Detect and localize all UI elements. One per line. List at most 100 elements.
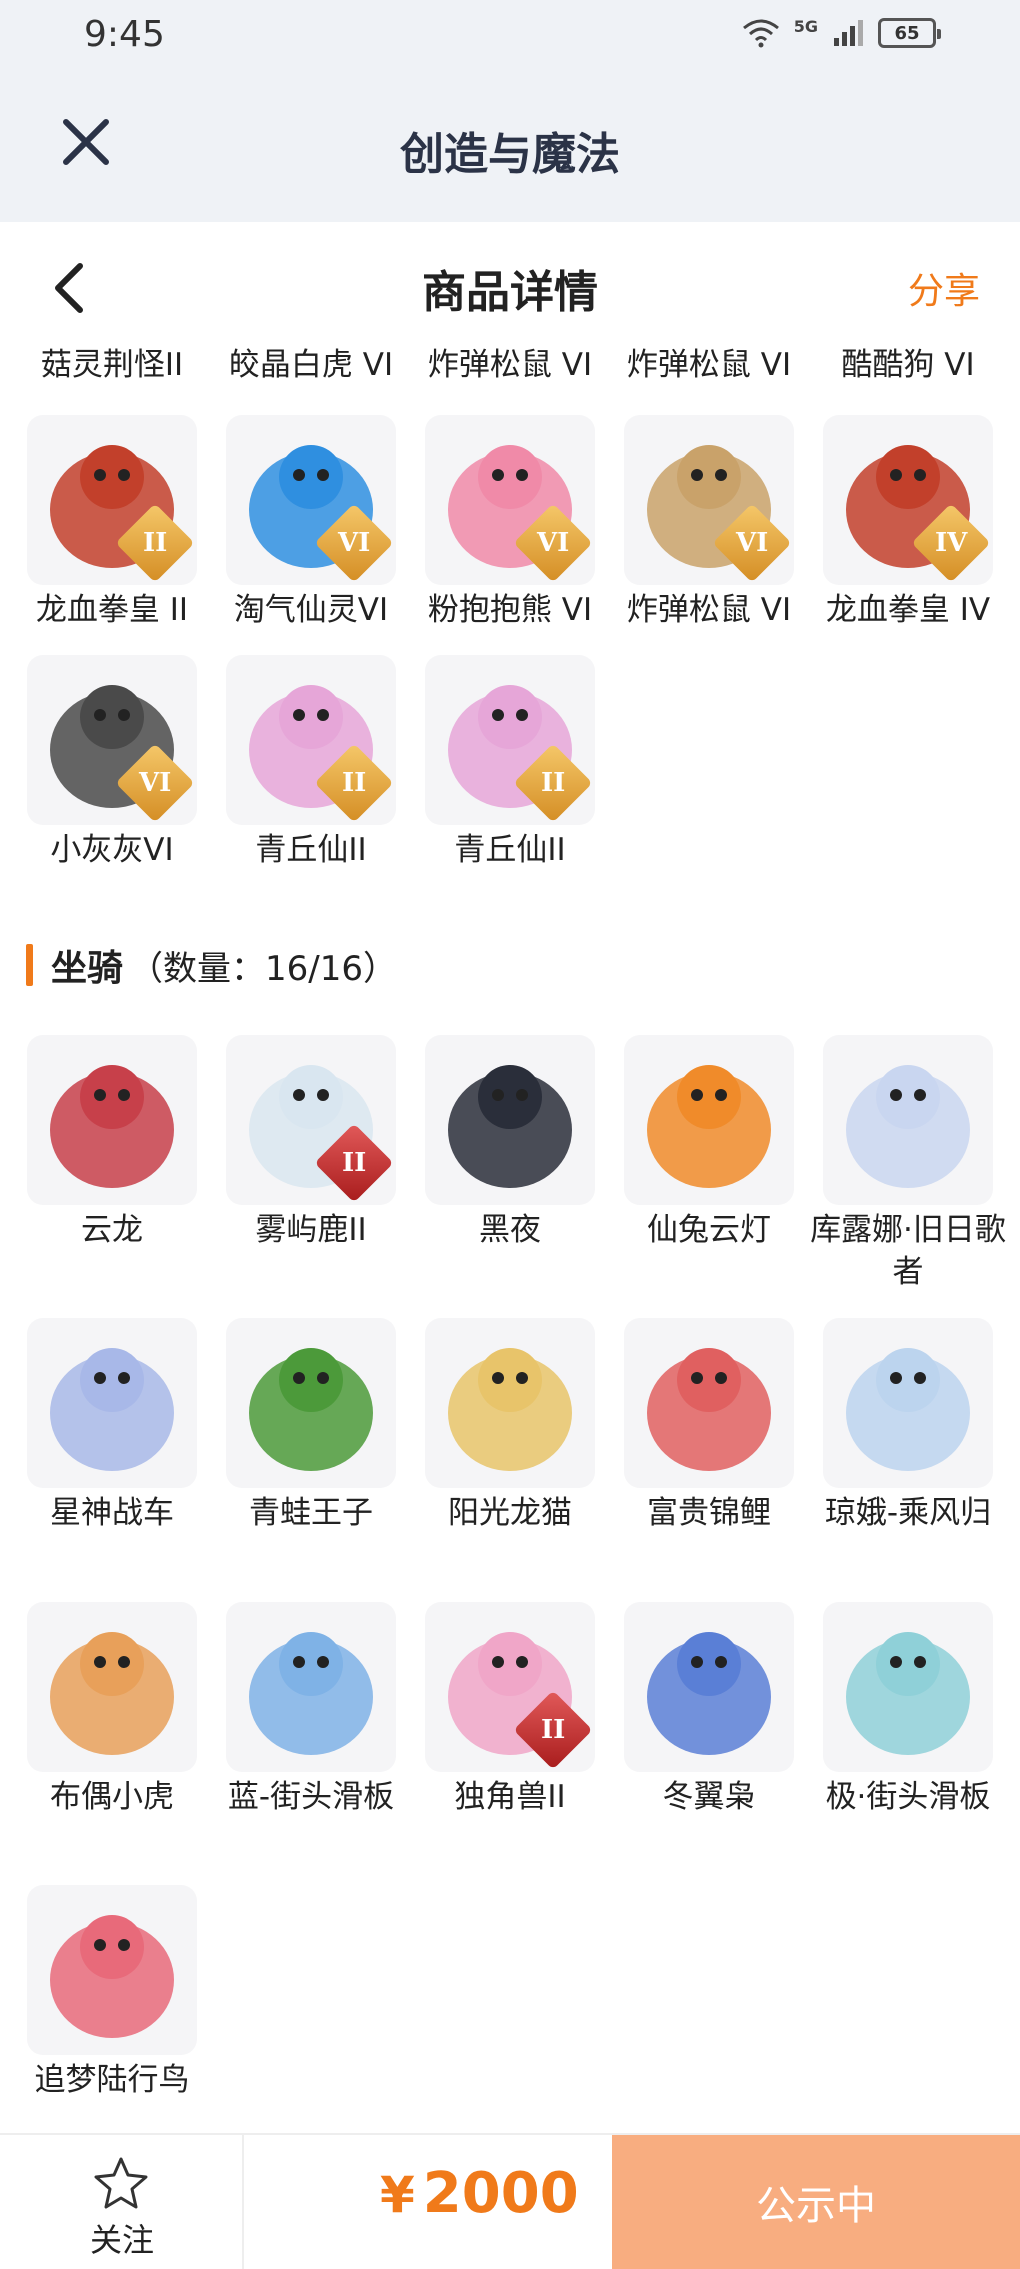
grid-item[interactable]: 布偶小虎: [27, 1602, 197, 1818]
status-icons: 5G 65: [742, 16, 941, 48]
item-thumbnail: II: [425, 1602, 595, 1772]
item-name: 龙血拳皇 IV: [825, 592, 991, 628]
signal-icon: [834, 20, 863, 46]
status-button[interactable]: 公示中: [612, 2135, 1020, 2269]
item-name: 极·街头滑板: [825, 1779, 991, 1815]
item-thumbnail: II: [226, 655, 396, 825]
item-name: 粉抱抱熊 VI: [427, 592, 593, 628]
grid-item[interactable]: 云龙: [27, 1035, 197, 1251]
share-button[interactable]: 分享: [908, 262, 980, 314]
price-value: 2000: [422, 2161, 579, 2226]
item-thumbnail: [27, 1318, 197, 1488]
item-name: 云龙: [81, 1212, 143, 1248]
bottom-action-bar: 关注 ¥2000 公示中: [0, 2133, 1020, 2269]
item-image: [50, 1915, 174, 2038]
grid-item[interactable]: 星神战车: [27, 1318, 197, 1534]
item-image: [50, 1065, 174, 1188]
grid-item[interactable]: 冬翼枭: [624, 1602, 794, 1818]
item-name: 龙血拳皇 II: [35, 592, 189, 628]
price: ¥2000: [380, 2161, 579, 2226]
nav-bar: 商品详情 分享: [0, 222, 1020, 342]
item-name: 炸弹松鼠 VI: [626, 592, 792, 628]
battery-level: 65: [894, 22, 920, 44]
grid-item[interactable]: 蓝-街头滑板: [226, 1602, 396, 1818]
app-title: 创造与魔法: [400, 129, 620, 180]
section-title: 坐骑: [51, 948, 124, 989]
level-badge-text: VI: [735, 528, 769, 558]
item-thumbnail: [425, 1035, 595, 1205]
grid-caption: 炸弹松鼠 VI: [427, 347, 593, 383]
item-thumbnail: VI: [624, 415, 794, 585]
item-name: 青丘仙II: [454, 832, 566, 868]
status-time: 9:45: [84, 14, 165, 55]
item-thumbnail: [823, 1035, 993, 1205]
wifi-icon: [742, 19, 779, 48]
grid-item[interactable]: II 独角兽II: [425, 1602, 595, 1818]
item-thumbnail: [624, 1318, 794, 1488]
item-image: [647, 1348, 771, 1471]
grid-item[interactable]: 追梦陆行鸟: [27, 1885, 197, 2101]
item-image: [249, 1632, 373, 1755]
section-count: （数量：16/16）: [129, 948, 397, 989]
grid-caption: 菇灵荆怪II: [40, 347, 184, 383]
item-image: [50, 1348, 174, 1471]
follow-label: 关注: [89, 2221, 154, 2259]
item-thumbnail: II: [226, 1035, 396, 1205]
item-thumbnail: [823, 1602, 993, 1772]
item-image: [846, 1632, 970, 1755]
grid-item[interactable]: II 雾屿鹿II: [226, 1035, 396, 1251]
network-label: 5G: [793, 16, 818, 36]
page-title: 商品详情: [422, 267, 598, 318]
level-badge-text: VI: [536, 528, 570, 558]
item-thumbnail: VI: [27, 655, 197, 825]
item-thumbnail: [27, 1035, 197, 1205]
grid-item[interactable]: II 青丘仙II: [226, 655, 396, 871]
mounts-section-header: 坐骑 （数量：16/16）: [26, 940, 397, 990]
section-accent-bar: [26, 944, 33, 986]
level-badge-text: II: [540, 767, 566, 798]
currency-symbol: ¥: [380, 2166, 415, 2224]
grid-caption: 炸弹松鼠 VI: [626, 347, 792, 383]
level-badge-text: IV: [934, 528, 968, 558]
grid-item[interactable]: II 青丘仙II: [425, 655, 595, 871]
grid-item[interactable]: 青蛙王子: [226, 1318, 396, 1534]
grid-caption: 皎晶白虎 VI: [228, 347, 394, 383]
grid-item[interactable]: VI 小灰灰VI: [27, 655, 197, 871]
status-bar: 9:45 5G 65: [0, 0, 1020, 72]
partial-row-labels: 菇灵荆怪II 皎晶白虎 VI 炸弹松鼠 VI 炸弹松鼠 VI 酷酷狗 VI: [0, 340, 1020, 400]
item-name: 小灰灰VI: [50, 832, 174, 868]
grid-item[interactable]: II 龙血拳皇 II: [27, 415, 197, 631]
follow-button[interactable]: 关注: [0, 2135, 244, 2269]
grid-item[interactable]: VI 粉抱抱熊 VI: [425, 415, 595, 631]
level-badge-text: VI: [337, 528, 371, 558]
item-name: 库露娜·旧日歌者: [810, 1212, 1006, 1290]
grid-item[interactable]: 黑夜: [425, 1035, 595, 1251]
item-thumbnail: [823, 1318, 993, 1488]
item-thumbnail: [27, 1885, 197, 2055]
grid-item[interactable]: 库露娜·旧日歌者: [810, 1035, 1006, 1293]
item-image: [249, 1348, 373, 1471]
item-image: [846, 1065, 970, 1188]
item-image: [647, 1065, 771, 1188]
item-name: 阳光龙猫: [448, 1495, 572, 1531]
item-name: 布偶小虎: [50, 1779, 174, 1815]
grid-item[interactable]: 阳光龙猫: [425, 1318, 595, 1534]
level-badge-text: II: [341, 767, 367, 798]
item-name: 雾屿鹿II: [255, 1212, 367, 1248]
grid-item[interactable]: 仙兔云灯: [624, 1035, 794, 1251]
item-image: [846, 1348, 970, 1471]
level-badge-text: II: [142, 527, 168, 558]
level-badge-text: II: [341, 1147, 367, 1178]
grid-item[interactable]: VI 炸弹松鼠 VI: [624, 415, 794, 631]
grid-item[interactable]: VI 淘气仙灵VI: [226, 415, 396, 631]
item-image: [50, 1632, 174, 1755]
item-name: 富贵锦鲤: [647, 1495, 771, 1531]
grid-caption: 酷酷狗 VI: [841, 347, 975, 383]
item-thumbnail: II: [425, 655, 595, 825]
grid-item[interactable]: 琼娥-乘风归: [823, 1318, 993, 1534]
grid-item[interactable]: IV 龙血拳皇 IV: [823, 415, 993, 631]
grid-item[interactable]: 极·街头滑板: [823, 1602, 993, 1818]
grid-item[interactable]: 富贵锦鲤: [624, 1318, 794, 1534]
item-name: 黑夜: [479, 1212, 541, 1248]
item-name: 琼娥-乘风归: [824, 1495, 992, 1531]
